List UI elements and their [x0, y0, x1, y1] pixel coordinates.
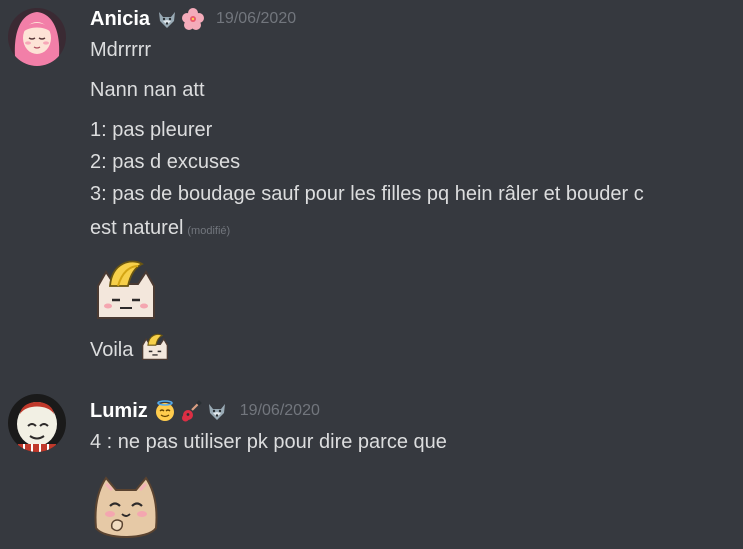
message-line: 2: pas d excuses	[90, 151, 241, 173]
banana-cat-emoji-icon	[137, 332, 173, 372]
edited-label: (modifié)	[187, 225, 231, 237]
avatar-anicia-icon	[8, 8, 66, 66]
message-line: Mdrrrrr	[90, 39, 152, 61]
wolf-emoji-icon	[206, 400, 228, 422]
message-line-last: est naturel (modifié)	[90, 212, 230, 247]
avatar-anicia[interactable]	[8, 8, 66, 66]
message-line: 1: pas pleurer	[90, 119, 213, 141]
message-header: Anicia 19/06/2020	[90, 6, 296, 32]
message-text: est naturel	[90, 217, 184, 239]
avatar-lumiz[interactable]	[8, 394, 66, 452]
hibiscus-emoji-icon	[182, 8, 205, 30]
timestamp[interactable]: 19/06/2020	[216, 10, 296, 28]
message-line: 3: pas de boudage sauf pour les filles p…	[90, 183, 644, 205]
username[interactable]: Lumiz	[90, 400, 148, 423]
message-line: Nann nan att	[90, 79, 205, 101]
banana-cat-emoji-icon	[88, 256, 164, 329]
username[interactable]: Anicia	[90, 8, 150, 31]
avatar-lumiz-icon	[8, 394, 66, 452]
guitar-emoji-icon	[180, 400, 202, 422]
message-header: Lumiz 19/06/2020	[90, 398, 320, 424]
blushing-cat-emoji-icon	[88, 466, 164, 547]
message-line: Voila	[90, 332, 173, 372]
wolf-emoji-icon	[156, 8, 178, 30]
timestamp[interactable]: 19/06/2020	[240, 402, 320, 420]
angel-emoji-icon	[154, 400, 176, 422]
message-text: Voila	[90, 339, 134, 361]
message-line: 4 : ne pas utiliser pk pour dire parce q…	[90, 431, 447, 453]
